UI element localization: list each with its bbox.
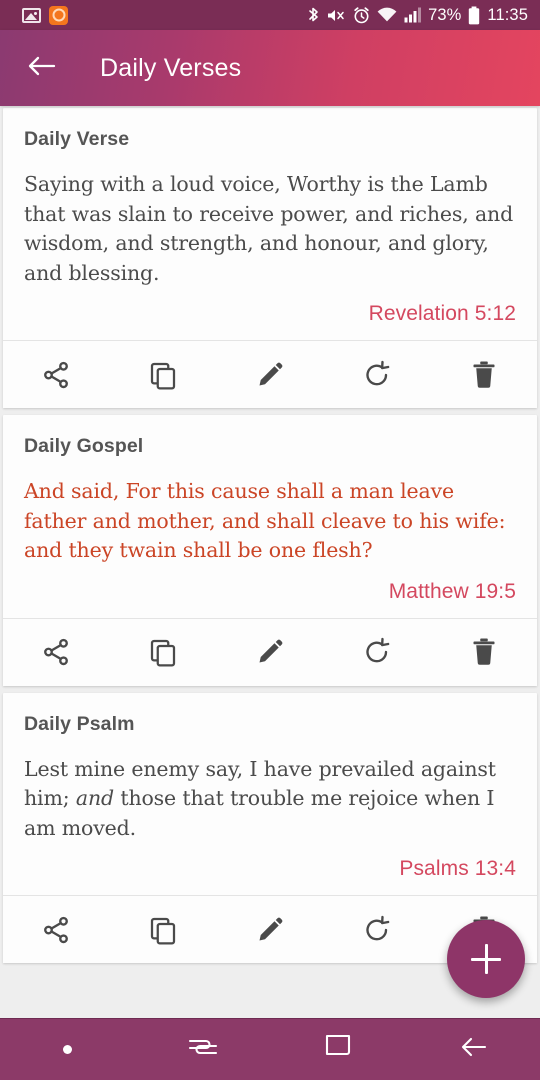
share-button[interactable] [3,619,110,686]
share-icon [41,637,71,667]
battery-icon [468,6,480,25]
verse-reference: Matthew 19:5 [388,579,516,603]
refresh-icon [362,360,392,390]
recents-icon [186,1032,220,1067]
trash-icon [469,360,499,390]
verse-text: Lest mine enemy say, I have prevailed ag… [24,756,496,840]
edit-button[interactable] [217,896,324,963]
home-square-icon [323,1032,353,1067]
verse-card: Daily Gospel And said, For this cause sh… [3,415,537,686]
share-icon [41,360,71,390]
signal-icon [404,7,422,23]
nav-back-button[interactable] [405,1019,540,1080]
clock: 11:35 [487,5,528,24]
nav-recents-button[interactable] [135,1019,270,1080]
pencil-icon [255,637,285,667]
back-button[interactable] [22,48,62,88]
copy-button[interactable] [110,619,217,686]
add-button[interactable] [447,920,525,998]
card-title: Daily Gospel [24,435,144,457]
plus-icon [471,944,501,974]
copy-button[interactable] [110,341,217,408]
page-title: Daily Verses [100,53,242,82]
card-title: Daily Verse [24,128,130,150]
nav-home-button[interactable] [270,1019,405,1080]
verse-reference: Psalms 13:4 [399,857,516,880]
refresh-button[interactable] [323,896,430,963]
refresh-button[interactable] [323,619,430,686]
pencil-icon [255,360,285,390]
copy-icon [148,360,178,390]
edit-button[interactable] [217,341,324,408]
card-action-row [3,617,537,686]
wifi-icon [377,7,397,23]
verse-card: Daily Verse Saying with a loud voice, Wo… [3,108,537,408]
mute-icon [327,7,346,24]
verse-text: And said, For this cause shall a man lea… [24,479,506,562]
verse-card-body: Daily Psalm Lest mine enemy say, I have … [3,693,537,896]
card-title: Daily Psalm [24,712,135,735]
delete-button[interactable] [430,619,537,686]
verse-card: Daily Psalm Lest mine enemy say, I have … [3,692,537,963]
share-button[interactable] [3,896,110,963]
copy-icon [148,637,178,667]
verse-card-body: Daily Gospel And said, For this cause sh… [3,415,537,618]
battery-percentage: 73% [428,5,462,24]
verse-reference: Revelation 5:12 [368,302,516,325]
card-action-row [3,340,537,408]
status-bar: 73% 11:35 [0,0,540,30]
image-icon [22,7,41,23]
share-icon [41,915,71,945]
dot-icon [63,1045,72,1054]
share-button[interactable] [3,341,110,408]
pencil-icon [255,915,285,945]
edit-button[interactable] [217,619,324,686]
nav-dot-indicator[interactable] [0,1019,135,1080]
refresh-button[interactable] [323,341,430,408]
refresh-icon [362,637,392,667]
copy-icon [148,915,178,945]
bluetooth-icon [307,6,320,25]
refresh-icon [362,915,392,945]
verse-text: Saying with a loud voice, Worthy is the … [24,172,514,285]
verse-list[interactable]: Daily Verse Saying with a loud voice, Wo… [0,106,540,1018]
status-bar-system: 73% 11:35 [307,6,528,25]
trash-icon [469,637,499,667]
verse-card-body: Daily Verse Saying with a loud voice, Wo… [3,108,537,340]
app-icon [49,5,68,25]
status-bar-notifications [22,5,68,25]
copy-button[interactable] [110,896,217,963]
delete-button[interactable] [430,341,537,408]
back-arrow-icon [27,54,57,83]
system-navigation-bar [0,1018,540,1080]
back-arrow-icon [457,1034,489,1065]
app-bar: Daily Verses [0,30,540,106]
alarm-icon [353,6,370,24]
